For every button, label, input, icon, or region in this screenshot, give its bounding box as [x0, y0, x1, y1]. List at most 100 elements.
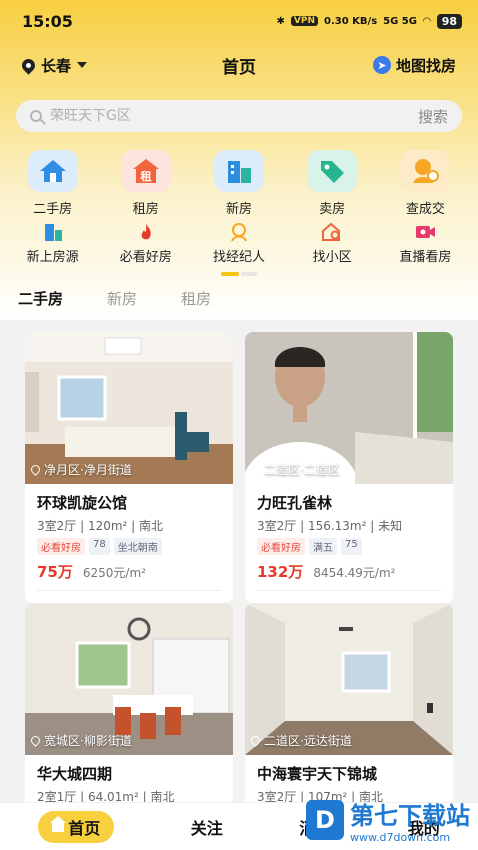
listing-card[interactable]: 宽城区·柳影街道 华大城四期 2室1厅 | 64.01m² | 南北	[25, 603, 233, 817]
house-icon	[27, 150, 78, 192]
new-building-icon	[42, 222, 64, 242]
city-selector[interactable]: 长春	[19, 55, 88, 76]
tag-icon	[307, 150, 358, 192]
category-label: 找经纪人	[212, 250, 265, 265]
listing-location: 二道区·二道区	[249, 461, 340, 478]
category-label: 卖房	[319, 202, 346, 217]
map-search-label: 地图找房	[395, 56, 456, 75]
listing-card[interactable]: 净月区·净月街道 环球凯旋公馆 3室2厅 | 120m² | 南北 必看好房 7…	[25, 332, 233, 603]
listing-spec: 3室2厅 | 120m² | 南北	[37, 519, 164, 533]
listing-feed: 净月区·净月街道 环球凯旋公馆 3室2厅 | 120m² | 南北 必看好房 7…	[0, 322, 478, 817]
nav-home-label: 首页	[68, 818, 101, 838]
category-transactions[interactable]: 查成交	[383, 150, 467, 217]
coin-person-icon	[400, 150, 451, 192]
watermark-logo-icon: D	[306, 800, 344, 840]
tab-new-home[interactable]: 新房	[107, 288, 137, 309]
listing-card[interactable]: 二道区·二道区 力旺孔雀林 3室2厅 | 156.13m² | 未知 必看好房 …	[245, 332, 453, 603]
community-search-icon	[321, 222, 343, 242]
listing-tags: 必看好房 78 坐北朝南	[37, 538, 221, 555]
watermark-title: 第七下载站	[350, 802, 470, 830]
category-label: 找小区	[312, 250, 352, 265]
category-rent[interactable]: 租 租房	[104, 150, 188, 217]
status-icons: ✱ VPN 0.30 KB/s 5G 5G ◠ 98	[276, 13, 462, 29]
network-speed: 0.30 KB/s	[324, 15, 378, 27]
fire-icon	[135, 222, 157, 242]
city-name: 长春	[41, 56, 72, 75]
listing-photo: 净月区·净月街道	[25, 332, 233, 484]
tag: 满五	[309, 538, 337, 555]
location-text: 宽城区·柳影街道	[44, 734, 132, 748]
secondary-category-grid: 新上房源 必看好房 找经纪人 找小区 直播看房	[0, 222, 478, 265]
category-label: 二手房	[33, 202, 73, 217]
indicator-active	[221, 272, 239, 276]
vpn-badge: VPN	[290, 16, 319, 26]
location-text: 二道区·远达街道	[264, 734, 352, 748]
svg-text:租: 租	[140, 170, 151, 183]
price-per-sqm: 8454.49元/m²	[313, 566, 396, 580]
category-label: 直播看房	[399, 250, 452, 265]
listing-photo: 二道区·二道区	[245, 332, 453, 484]
category-find-agent[interactable]: 找经纪人	[197, 222, 281, 265]
tag-must-see: 必看好房	[257, 538, 305, 555]
price-total: 132万	[257, 563, 304, 581]
nav-home[interactable]: 首页	[38, 810, 115, 843]
tag: 75	[341, 538, 362, 555]
search-input[interactable]	[50, 108, 418, 124]
map-search-button[interactable]: ➤ 地图找房	[372, 55, 456, 76]
location-text: 二道区·二道区	[264, 463, 340, 477]
battery-icon: 98	[436, 13, 462, 29]
listing-info: 力旺孔雀林 3室2厅 | 156.13m² | 未知 必看好房 满五 75 13…	[245, 484, 453, 603]
grid-page-indicator	[221, 272, 257, 276]
category-must-see[interactable]: 必看好房	[104, 222, 188, 265]
listing-tabs: 二手房 新房 租房	[18, 288, 211, 309]
listing-location: 净月区·净月街道	[29, 461, 132, 478]
location-pin-icon	[249, 463, 262, 476]
listing-info: 环球凯旋公馆 3室2厅 | 120m² | 南北 必看好房 78 坐北朝南 75…	[25, 484, 233, 603]
listing-name: 环球凯旋公馆	[37, 494, 128, 512]
listing-tags: 必看好房 满五 75	[257, 538, 441, 555]
listing-price: 75万 6250元/m²	[37, 561, 221, 591]
listing-location: 二道区·远达街道	[249, 732, 352, 749]
page-title: 首页	[222, 57, 256, 78]
tab-second-hand[interactable]: 二手房	[18, 288, 63, 309]
listing-card[interactable]: 二道区·远达街道 中海寰宇天下锦城 3室2厅 | 107m² | 南北	[245, 603, 453, 817]
primary-category-grid: 二手房 租 租房 新房 卖房 查成交	[0, 150, 478, 217]
category-find-community[interactable]: 找小区	[290, 222, 374, 265]
tag-must-see: 必看好房	[37, 538, 85, 555]
category-live-viewing[interactable]: 直播看房	[383, 222, 467, 265]
category-label: 新上房源	[26, 250, 79, 265]
tag: 坐北朝南	[113, 538, 162, 555]
listing-name: 中海寰宇天下锦城	[257, 765, 378, 783]
status-bar: 15:05 ✱ VPN 0.30 KB/s 5G 5G ◠ 98	[22, 8, 462, 34]
building-icon	[213, 150, 264, 192]
search-button[interactable]: 搜索	[418, 106, 448, 127]
location-pin-icon	[29, 463, 42, 476]
indicator-inactive	[241, 272, 257, 276]
status-time: 15:05	[22, 11, 73, 31]
listing-name: 力旺孔雀林	[257, 494, 333, 512]
category-sell[interactable]: 卖房	[290, 150, 374, 217]
category-second-hand[interactable]: 二手房	[11, 150, 95, 217]
location-pin-icon	[249, 734, 262, 747]
category-label: 查成交	[405, 202, 445, 217]
rent-icon: 租	[120, 150, 171, 192]
bluetooth-icon: ✱	[276, 15, 285, 27]
nav-follow[interactable]: 关注	[191, 815, 223, 839]
live-camera-icon	[414, 222, 436, 242]
chevron-down-icon	[77, 62, 88, 68]
search-icon	[30, 110, 42, 122]
tab-rent[interactable]: 租房	[181, 288, 211, 309]
home-icon	[50, 815, 67, 832]
category-new-listings[interactable]: 新上房源	[11, 222, 95, 265]
watermark-url: www.d7down.com	[350, 831, 451, 844]
category-new-home[interactable]: 新房	[197, 150, 281, 217]
signal-label: 5G 5G	[383, 15, 417, 27]
listing-price: 132万 8454.49元/m²	[257, 561, 441, 591]
listing-name: 华大城四期	[37, 765, 113, 783]
price-total: 75万	[37, 563, 73, 581]
watermark-text: 第七下载站 www.d7down.com	[350, 796, 470, 844]
search-bar: 搜索	[16, 100, 462, 132]
agent-icon	[228, 222, 250, 242]
category-label: 新房	[225, 202, 252, 217]
category-label: 必看好房	[119, 250, 172, 265]
